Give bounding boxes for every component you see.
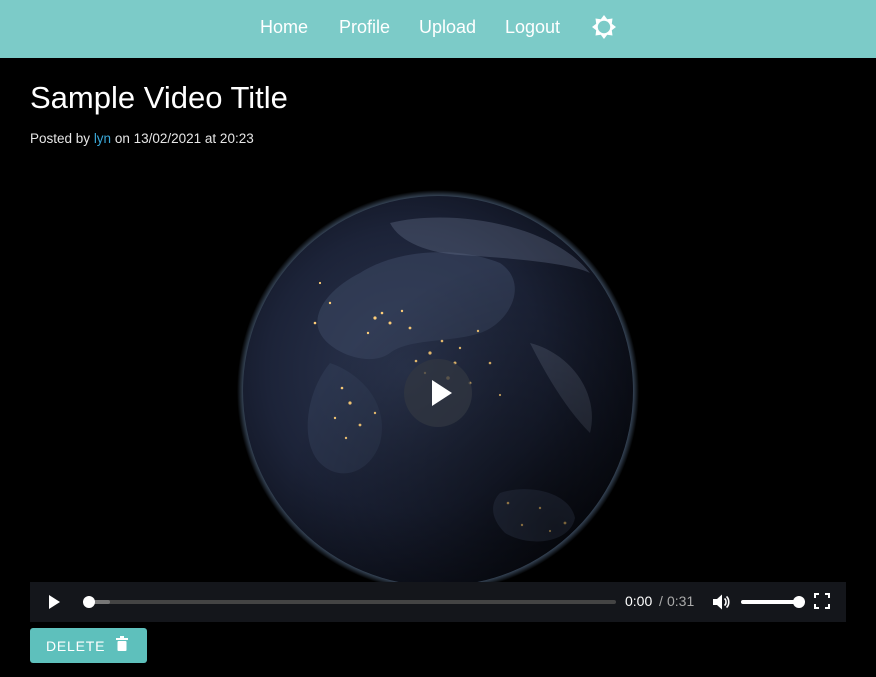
posted-by-label: Posted by (30, 131, 91, 146)
play-pause-button[interactable] (46, 594, 62, 615)
play-icon (49, 595, 60, 609)
player-controls: 0:00 / 0:31 (30, 582, 846, 622)
volume-slider[interactable] (741, 596, 805, 608)
time-separator: / (659, 593, 663, 609)
play-icon (432, 380, 452, 406)
mute-button[interactable] (712, 593, 730, 616)
seek-thumb[interactable] (83, 596, 95, 608)
duration: 0:31 (667, 593, 695, 609)
page-title: Sample Video Title (30, 80, 288, 115)
brightness-icon[interactable] (591, 14, 617, 40)
author-link[interactable]: lyn (94, 131, 111, 146)
nav-link-logout[interactable]: Logout (505, 16, 560, 38)
post-date: on 13/02/2021 at 20:23 (114, 131, 254, 146)
nav-link-profile[interactable]: Profile (339, 16, 390, 38)
fullscreen-button[interactable] (814, 593, 830, 614)
volume-thumb[interactable] (793, 596, 805, 608)
delete-button-label: DELETE (46, 638, 106, 654)
volume-icon (713, 594, 730, 610)
nav-link-upload[interactable]: Upload (419, 16, 476, 38)
nav-link-home[interactable]: Home (260, 16, 308, 38)
seek-slider[interactable] (83, 596, 616, 608)
top-navbar: Home Profile Upload Logout (0, 0, 876, 58)
trash-icon (116, 636, 128, 657)
current-time: 0:00 (625, 593, 653, 609)
delete-button[interactable]: DELETE (30, 628, 147, 663)
big-play-button[interactable] (404, 359, 472, 427)
fullscreen-icon (814, 593, 830, 609)
post-meta: Posted by lyn on 13/02/2021 at 20:23 (30, 130, 254, 148)
video-player[interactable]: 0:00 / 0:31 (30, 163, 846, 622)
